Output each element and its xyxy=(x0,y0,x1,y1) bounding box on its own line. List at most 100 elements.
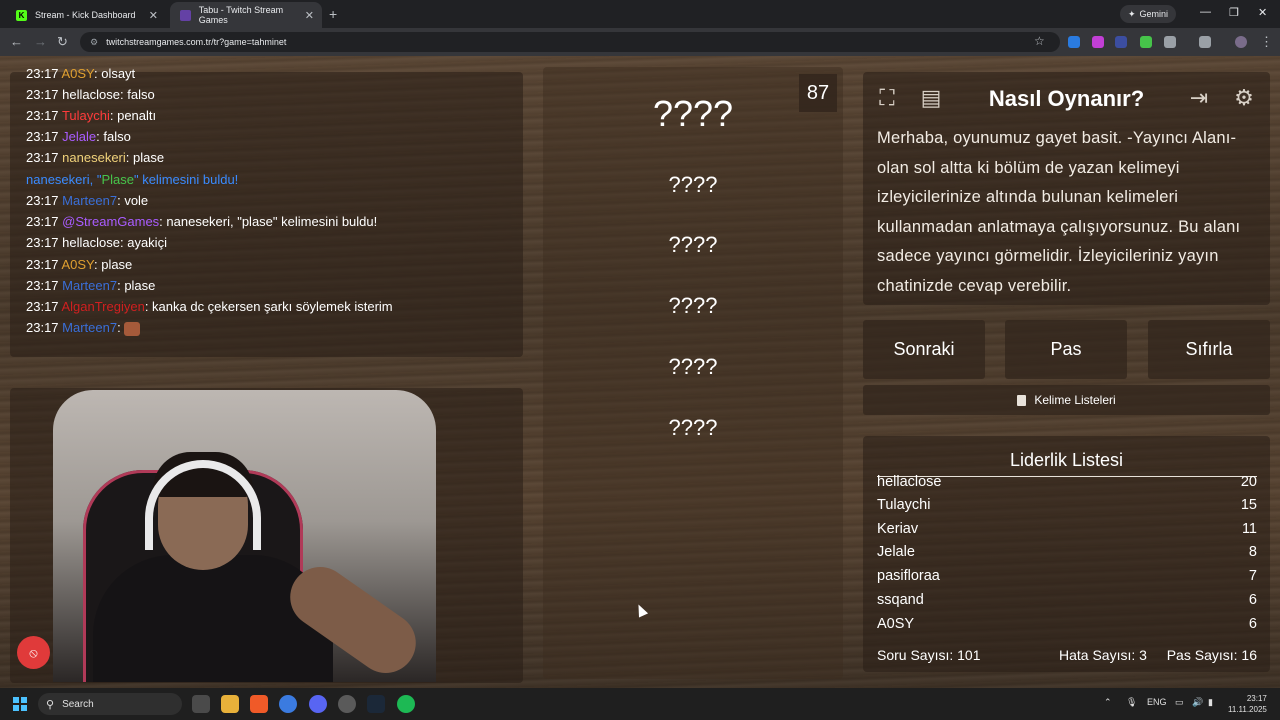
player-score: 7 xyxy=(1248,568,1257,584)
extension-icon[interactable] xyxy=(1092,36,1104,48)
chat-message: : nanesekeri, "plase" kelimesini buldu! xyxy=(159,214,378,229)
address-bar[interactable]: ⚙ twitchstreamgames.com.tr/tr?game=tahmi… xyxy=(80,32,1060,52)
chat-user: A0SY xyxy=(61,257,94,272)
tray-chevron-icon[interactable]: ⌃ xyxy=(1104,697,1112,708)
file-explorer-icon[interactable] xyxy=(221,695,239,713)
chat-system-line: nanesekeri, "Plase" kelimesini buldu! xyxy=(26,172,238,187)
leaderboard-title: Liderlik Listesi xyxy=(1009,450,1124,470)
record-indicator-icon[interactable]: ⦸ xyxy=(17,636,50,669)
battery-icon[interactable]: ▮ xyxy=(1208,697,1213,708)
chat-line: 23:17 Tulaychi: penaltı xyxy=(26,108,156,123)
pass-count: Pas Sayısı: 16 xyxy=(1166,647,1257,663)
forbidden-word: ???? xyxy=(668,172,718,197)
player-score: 20 xyxy=(1240,474,1257,490)
leaderboard-panel: Liderlik Listesi hellaclose 20 Tulaychi … xyxy=(863,436,1270,672)
gemini-label: Gemini xyxy=(1139,9,1169,19)
windows-taskbar: ⚲ Search ⌃ 🎙 ENG ▭ 🔊 ▮ 23:17 11.11.2025 xyxy=(0,688,1280,720)
extension-icon[interactable] xyxy=(1115,36,1127,48)
chat-emote xyxy=(124,321,141,336)
chat-time: 23:17 xyxy=(26,193,59,208)
spotify-icon[interactable] xyxy=(397,695,415,713)
chat-time: 23:17 xyxy=(26,320,59,335)
language-indicator[interactable]: ENG xyxy=(1147,697,1167,707)
word-lists-label: Kelime Listeleri xyxy=(1034,393,1116,407)
chat-line: 23:17 Marteen7: xyxy=(26,320,141,336)
chat-user: AlganTregiyen xyxy=(61,299,145,314)
discord-icon[interactable] xyxy=(309,695,327,713)
chat-user: Jelale xyxy=(62,129,97,144)
gemini-button[interactable]: ✦ Gemini xyxy=(1120,5,1177,23)
tab-title: Tabu - Twitch Stream Games xyxy=(198,5,284,25)
forbidden-word: ???? xyxy=(668,232,718,257)
steam-icon[interactable] xyxy=(367,695,385,713)
extension-icon[interactable] xyxy=(1068,36,1080,48)
webcam-overlay xyxy=(53,390,436,682)
system-clock[interactable]: 23:17 11.11.2025 xyxy=(1228,693,1267,715)
site-info-icon[interactable]: ⚙ xyxy=(90,37,98,48)
chat-user: nanesekeri xyxy=(62,150,126,165)
chat-message: : falso xyxy=(120,87,155,102)
player-score: 6 xyxy=(1248,616,1257,632)
minimize-button[interactable]: — xyxy=(1200,6,1211,18)
chat-message: : penaltı xyxy=(109,108,157,123)
chat-message: : ayakiçi xyxy=(120,235,167,250)
reload-icon[interactable]: ↻ xyxy=(57,34,68,50)
extensions-puzzle-icon[interactable] xyxy=(1164,36,1176,48)
menu-kebab-icon[interactable]: ⋮ xyxy=(1260,34,1273,50)
tab-kick-dashboard[interactable]: K Stream - Kick Dashboard ✕ xyxy=(6,2,166,28)
close-icon[interactable]: ✕ xyxy=(305,9,314,22)
close-icon[interactable]: ✕ xyxy=(149,9,158,22)
timer-counter: 87 xyxy=(799,74,837,112)
chrome-icon[interactable] xyxy=(279,695,297,713)
next-button[interactable]: Sonraki xyxy=(863,320,985,379)
player-name: Jelale xyxy=(877,544,915,560)
obs-icon[interactable] xyxy=(338,695,356,713)
avatar[interactable] xyxy=(1235,36,1247,48)
chat-user: @StreamGames xyxy=(62,214,160,229)
found-word: Plase xyxy=(101,172,134,187)
player-name: A0SY xyxy=(877,616,915,632)
forbidden-word: ???? xyxy=(668,293,718,318)
document-icon xyxy=(1017,394,1027,406)
chat-message: : olsayt xyxy=(93,66,136,81)
chat-time: 23:17 xyxy=(26,214,59,229)
pass-button[interactable]: Pas xyxy=(1005,320,1127,379)
chat-line: 23:17 AlganTregiyen: kanka dc çekersen ş… xyxy=(26,299,393,314)
chat-time: 23:17 xyxy=(26,257,59,272)
chat-time: 23:17 xyxy=(26,278,59,293)
forward-icon[interactable]: → xyxy=(34,34,47,49)
restore-button[interactable]: ❐ xyxy=(1229,6,1239,19)
word-lists-button[interactable]: Kelime Listeleri xyxy=(863,385,1270,415)
volume-icon[interactable]: 🔊 xyxy=(1192,697,1203,708)
network-icon[interactable]: ▭ xyxy=(1175,697,1184,708)
task-view-icon[interactable] xyxy=(192,695,210,713)
player-score: 15 xyxy=(1240,497,1257,513)
player-score: 6 xyxy=(1248,592,1257,608)
back-icon[interactable]: ← xyxy=(10,34,23,49)
chat-line: 23:17 hellaclose: falso xyxy=(26,87,155,102)
webcam-person-body xyxy=(93,555,333,682)
taskbar-search[interactable]: ⚲ Search xyxy=(38,693,182,715)
player-score: 8 xyxy=(1248,544,1257,560)
main-word: ???? xyxy=(652,93,734,134)
tab-tabu-game[interactable]: Tabu - Twitch Stream Games ✕ xyxy=(170,2,322,28)
browser-tabbar: K Stream - Kick Dashboard ✕ Tabu - Twitc… xyxy=(0,0,1280,28)
tab-search-icon[interactable] xyxy=(1199,36,1211,48)
brave-icon[interactable] xyxy=(250,695,268,713)
chat-message: : xyxy=(117,320,125,335)
how-to-play-title: Nasıl Oynanır? xyxy=(988,86,1145,111)
windows-start-icon[interactable] xyxy=(13,697,27,711)
bookmark-star-icon[interactable]: ☆ xyxy=(1034,34,1045,48)
reset-button[interactable]: Sıfırla xyxy=(1148,320,1270,379)
chat-user: A0SY xyxy=(61,66,94,81)
words-panel: ???? ???? ???? ???? ???? ???? xyxy=(543,67,843,679)
url-text: twitchstreamgames.com.tr/tr?game=tahmine… xyxy=(106,37,287,47)
chat-time: 23:17 xyxy=(26,235,59,250)
microphone-icon[interactable]: 🎙 xyxy=(1126,697,1137,708)
extension-icon[interactable] xyxy=(1140,36,1152,48)
chat-message: : vole xyxy=(117,193,149,208)
new-tab-button[interactable]: + xyxy=(329,6,337,22)
twitch-icon xyxy=(180,9,191,21)
chat-message: : falso xyxy=(96,129,131,144)
close-window-button[interactable]: ✕ xyxy=(1258,6,1267,19)
